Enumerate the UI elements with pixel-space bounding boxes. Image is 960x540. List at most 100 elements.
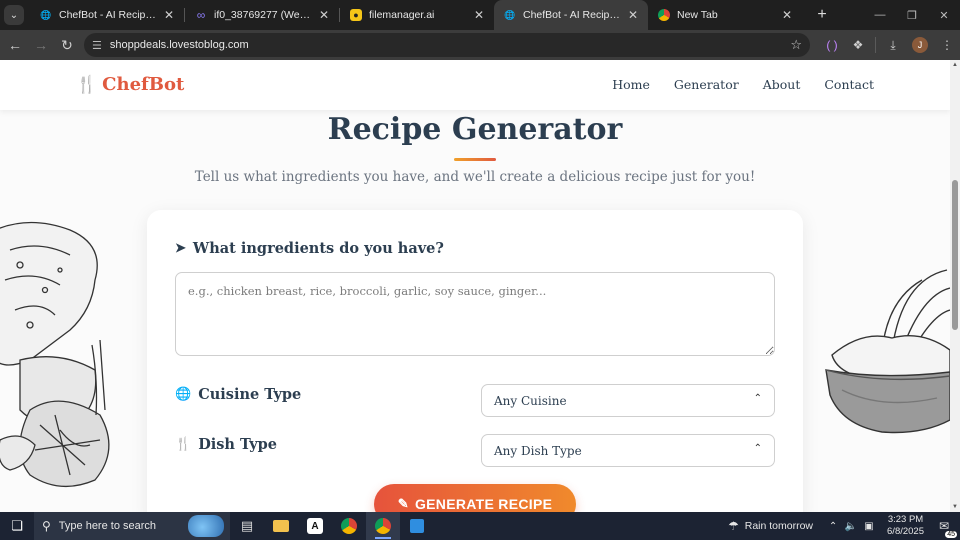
vscode-icon[interactable] (400, 512, 434, 540)
page-viewport: 🍴 ChefBot Home Generator About Contact R… (0, 60, 950, 512)
utensils-icon: 🍴 (76, 74, 98, 95)
dish-type-label: 🍴 Dish Type (175, 436, 277, 453)
ingredients-input[interactable] (175, 272, 775, 356)
close-icon[interactable]: ✕ (626, 8, 640, 22)
nav-link-generator[interactable]: Generator (674, 77, 739, 92)
back-arrow-icon[interactable]: ← (4, 34, 26, 56)
chevron-up-icon: ⌃ (753, 443, 762, 454)
speaker-icon[interactable]: 🔈 (843, 521, 859, 532)
weather-text: Rain tomorrow (744, 520, 814, 532)
cuisine-select[interactable]: Any Cuisine ⌃ (481, 384, 775, 417)
toolbar-divider (875, 37, 876, 53)
weather-widget[interactable]: ☂ Rain tomorrow (728, 519, 813, 533)
mixing-bowl-sketch-illustration (825, 269, 950, 434)
notification-count: 45 (945, 531, 957, 538)
taskbar-search-placeholder: Type here to search (58, 520, 157, 532)
minimize-icon[interactable]: — (864, 9, 896, 21)
network-icon[interactable]: ▣ (861, 521, 877, 532)
new-tab-button[interactable]: + (812, 6, 832, 24)
search-icon: ⚲ (42, 519, 51, 533)
notification-icon[interactable]: ✉ 45 (932, 519, 957, 538)
download-icon[interactable]: ⤓ (880, 38, 906, 53)
file-explorer-icon[interactable] (264, 512, 298, 540)
close-icon[interactable]: ✕ (780, 8, 794, 22)
tab-search-button[interactable]: ⌄ (4, 5, 24, 25)
chevron-up-icon[interactable]: ⌃ (825, 521, 841, 532)
browser-tab[interactable]: ● filemanager.ai ✕ (340, 0, 494, 30)
profile-avatar[interactable]: J (912, 37, 928, 53)
bookmark-star-icon[interactable]: ☆ (790, 37, 802, 53)
generate-recipe-label: GENERATE RECIPE (414, 496, 553, 512)
windows-start-icon[interactable]: ❏ (0, 512, 34, 540)
site-header: 🍴 ChefBot Home Generator About Contact (0, 60, 950, 110)
menu-dots-icon[interactable]: ⋮ (934, 38, 960, 52)
page-subtitle: Tell us what ingredients you have, and w… (194, 169, 756, 185)
toolbar-actions: ( ) ❖ ⤓ J ⋮ (819, 30, 960, 60)
reload-icon[interactable]: ↻ (56, 34, 78, 56)
title-underline (454, 158, 496, 161)
cuisine-label-text: Cuisine Type (198, 386, 302, 403)
dish-type-select[interactable]: Any Dish Type ⌃ (481, 434, 775, 467)
main-nav: Home Generator About Contact (612, 77, 874, 92)
globe-icon: 🌐 (40, 9, 52, 20)
ingredients-label-text: What ingredients do you have? (192, 240, 444, 257)
tab-title: if0_38769277 (Website for sho... (214, 9, 311, 21)
scroll-up-arrow-icon[interactable]: ▲ (951, 62, 959, 68)
nav-link-contact[interactable]: Contact (824, 77, 874, 92)
recipe-form-card: ➤ What ingredients do you have? 🌐 Cuisin… (147, 210, 803, 512)
chevron-down-icon: ⌄ (9, 9, 19, 21)
tab-title: ChefBot - AI Recipe Generator (523, 9, 620, 21)
scroll-down-arrow-icon[interactable]: ▼ (951, 504, 959, 510)
tab-title: New Tab (677, 9, 718, 21)
globe-icon: 🌐 (175, 387, 192, 402)
cuisine-label: 🌐 Cuisine Type (175, 386, 301, 403)
chrome-icon (658, 9, 670, 21)
close-icon[interactable]: ✕ (317, 8, 331, 22)
page-scrollbar[interactable]: ▲ ▼ (950, 60, 960, 512)
search-highlight-image (188, 515, 224, 537)
browser-tab[interactable]: New Tab ✕ (648, 0, 802, 30)
close-icon[interactable]: ✕ (472, 8, 486, 22)
site-info-icon[interactable]: ☰ (92, 39, 102, 52)
restore-icon[interactable]: ❐ (896, 9, 928, 22)
forward-arrow-icon[interactable]: → (30, 34, 52, 56)
browser-tab[interactable]: ∞ if0_38769277 (Website for sho... ✕ (185, 0, 339, 30)
url-text: shoppdeals.lovestoblog.com (109, 39, 249, 51)
taskbar-search[interactable]: ⚲ Type here to search (34, 512, 230, 540)
puzzle-icon[interactable]: ❖ (845, 38, 871, 52)
cuisine-select-value: Any Cuisine (494, 393, 567, 408)
dish-type-label-text: Dish Type (198, 436, 278, 453)
nav-link-home[interactable]: Home (612, 77, 650, 92)
brand-logo[interactable]: 🍴 ChefBot (76, 74, 184, 95)
clock[interactable]: 3:23 PM 6/8/2025 (887, 514, 924, 538)
umbrella-icon: ☂ (727, 519, 739, 533)
system-tray: ☂ Rain tomorrow ⌃ 🔈 ▣ 3:23 PM 6/8/2025 ✉… (728, 512, 960, 540)
extension-icon[interactable]: ( ) (819, 38, 845, 52)
window-controls: — ❐ ✕ (864, 0, 960, 30)
utensils-icon: 🍴 (175, 437, 192, 452)
windows-taskbar: ❏ ⚲ Type here to search ▤ A ☂ Rain tomor… (0, 512, 960, 540)
app-icon-a[interactable]: A (298, 512, 332, 540)
browser-toolbar: ← → ↻ ☰ shoppdeals.lovestoblog.com ☆ ( )… (0, 30, 960, 60)
chrome-active-icon[interactable] (366, 512, 400, 540)
chrome-icon[interactable] (332, 512, 366, 540)
scrollbar-thumb[interactable] (952, 180, 958, 330)
shield-icon: ● (350, 9, 362, 21)
ingredients-label: ➤ What ingredients do you have? (175, 240, 444, 257)
clock-time: 3:23 PM (887, 514, 924, 525)
carrot-icon: ➤ (175, 241, 186, 256)
browser-tab[interactable]: 🌐 ChefBot - AI Recipe Generator ✕ (30, 0, 184, 30)
close-window-icon[interactable]: ✕ (928, 9, 960, 22)
address-bar[interactable]: ☰ shoppdeals.lovestoblog.com ☆ (84, 33, 810, 57)
globe-icon: 🌐 (504, 9, 516, 20)
task-view-icon[interactable]: ▤ (230, 512, 264, 540)
chevron-up-icon: ⌃ (753, 393, 762, 404)
tab-title: ChefBot - AI Recipe Generator (59, 9, 156, 21)
browser-tab-bar: ⌄ 🌐 ChefBot - AI Recipe Generator ✕ ∞ if… (0, 0, 960, 30)
clock-date: 6/8/2025 (887, 526, 924, 537)
generate-recipe-button[interactable]: ✎ GENERATE RECIPE (374, 484, 576, 512)
brand-name: ChefBot (102, 74, 185, 95)
close-icon[interactable]: ✕ (162, 8, 176, 22)
nav-link-about[interactable]: About (763, 77, 801, 92)
browser-tab-active[interactable]: 🌐 ChefBot - AI Recipe Generator ✕ (494, 0, 648, 30)
